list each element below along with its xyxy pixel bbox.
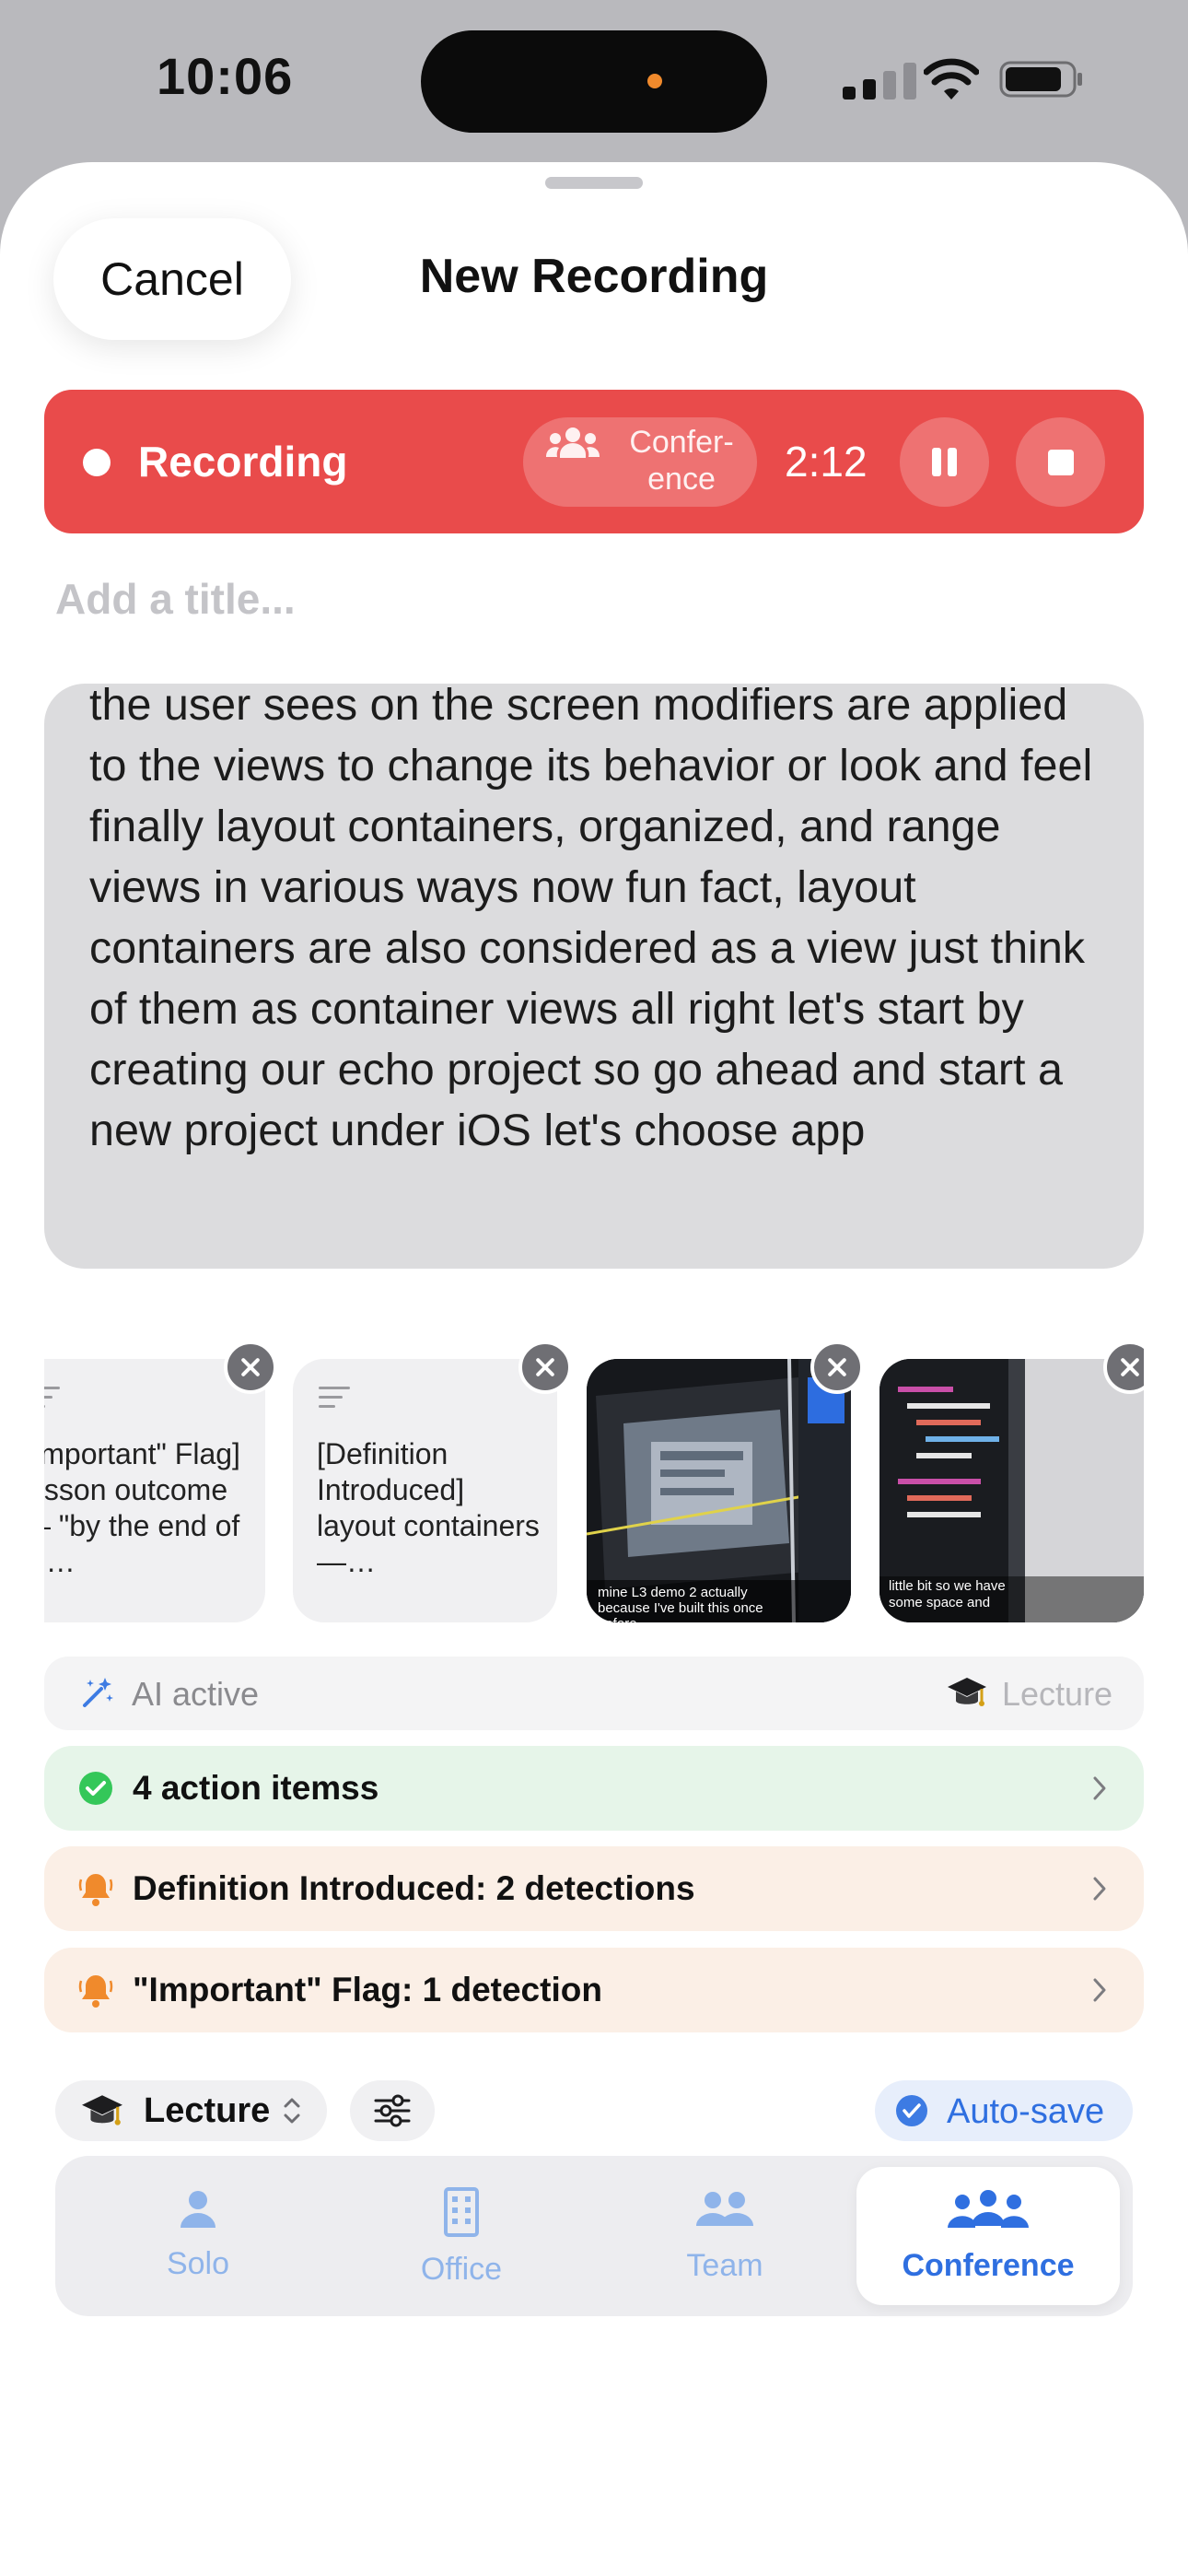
battery-icon (999, 61, 1082, 98)
people-group-icon (546, 427, 600, 458)
screen-photo-image (587, 1359, 851, 1622)
action-items-label: 4 action itemss (133, 1769, 379, 1807)
pause-icon (932, 448, 941, 476)
people-group-icon (948, 2190, 1029, 2228)
segment-label: Team (686, 2248, 763, 2283)
checkmark-circle-icon (896, 2095, 927, 2126)
attachment-photo[interactable]: little bit so we have some space and (879, 1359, 1144, 1622)
transcript-text: the user sees on the screen modifiers ar… (89, 684, 1093, 1155)
autosave-label: Auto-save (947, 2092, 1105, 2131)
mode-selector-label: Lecture (144, 2091, 271, 2130)
segment-label: Conference (902, 2248, 1075, 2283)
photo-caption: mine L3 demo 2 actually because I've bui… (598, 1585, 763, 1622)
building-icon (444, 2187, 479, 2237)
recording-indicator-dot (83, 449, 111, 476)
settings-sliders-button[interactable] (350, 2080, 435, 2141)
person-icon (181, 2191, 215, 2228)
remove-attachment-button[interactable] (810, 1341, 864, 1394)
ai-status-label: AI active (132, 1675, 260, 1713)
ai-mode-label: Lecture (1002, 1675, 1113, 1713)
recording-timer: 2:12 (785, 438, 868, 486)
attachment-note-text: "Important" Flag] lesson outcome — "by t… (44, 1437, 240, 1578)
mode-selector-button[interactable]: Lecture (55, 2080, 327, 2141)
stop-button[interactable] (1016, 417, 1105, 507)
autosave-toggle[interactable]: Auto-save (875, 2080, 1133, 2141)
live-transcript[interactable]: the user sees on the screen modifiers ar… (44, 684, 1144, 1269)
cancel-button[interactable]: Cancel (53, 218, 291, 340)
chevron-right-icon (1093, 1877, 1106, 1901)
photo-caption: little bit so we have some space and (889, 1578, 1006, 1610)
segment-conference[interactable]: Conference (856, 2167, 1120, 2305)
definition-detections-row[interactable]: Definition Introduced: 2 detections (44, 1846, 1144, 1931)
chevron-right-icon (1093, 1978, 1106, 2002)
chevron-up-down-icon (284, 2098, 300, 2124)
people-pair-icon (696, 2192, 753, 2226)
checkmark-circle-icon (79, 1772, 112, 1805)
bell-icon (78, 1874, 113, 1906)
attachment-photo[interactable]: mine L3 demo 2 actually because I've bui… (587, 1359, 851, 1622)
segment-label: Solo (166, 2246, 230, 2281)
chevron-right-icon (1093, 1776, 1106, 1800)
segment-label: Office (420, 2252, 503, 2287)
bell-icon (78, 1975, 113, 2008)
remove-attachment-button[interactable] (224, 1341, 277, 1394)
sliders-icon (374, 2094, 411, 2127)
stop-icon (1048, 450, 1074, 475)
sheet-grabber[interactable] (545, 177, 643, 189)
mic-indicator-dot (647, 74, 662, 88)
remove-attachment-button[interactable] (518, 1341, 572, 1394)
pause-icon-bar (948, 448, 957, 476)
definition-detections-label: Definition Introduced: 2 detections (133, 1869, 695, 1907)
important-flag-label: "Important" Flag: 1 detection (133, 1971, 602, 2008)
segment-team[interactable]: Team (593, 2167, 856, 2305)
graduation-cap-icon (82, 2095, 122, 2125)
cellular-signal-icon (843, 63, 916, 100)
dynamic-island (421, 30, 767, 133)
note-lines-icon (44, 1387, 60, 1408)
attachment-note-card[interactable]: "Important" Flag] lesson outcome — "by t… (44, 1359, 265, 1622)
recording-type-segmented-control: Solo Office Team Conference (55, 2156, 1133, 2316)
recording-mode-label: Confer- ence (629, 425, 734, 497)
action-items-row[interactable]: 4 action itemss (44, 1746, 1144, 1831)
recording-status-label: Recording (138, 438, 348, 486)
attachment-note-text: [Definition Introduced] layout container… (317, 1437, 540, 1578)
attachments-strip[interactable]: "Important" Flag] lesson outcome — "by t… (44, 1341, 1144, 1628)
segment-solo[interactable]: Solo (66, 2167, 330, 2305)
magic-wand-icon (83, 1678, 113, 1707)
wifi-icon (924, 58, 979, 100)
page-title: New Recording (419, 250, 769, 303)
status-time: 10:06 (157, 47, 294, 105)
segment-office[interactable]: Office (330, 2167, 593, 2305)
important-flag-row[interactable]: "Important" Flag: 1 detection (44, 1948, 1144, 2032)
title-input[interactable] (55, 567, 1133, 631)
note-lines-icon (319, 1387, 350, 1408)
graduation-cap-icon (948, 1678, 986, 1706)
pause-button[interactable] (900, 417, 989, 507)
status-bar: 10:06 (0, 0, 1188, 157)
attachment-note-card[interactable]: [Definition Introduced] layout container… (293, 1359, 557, 1622)
